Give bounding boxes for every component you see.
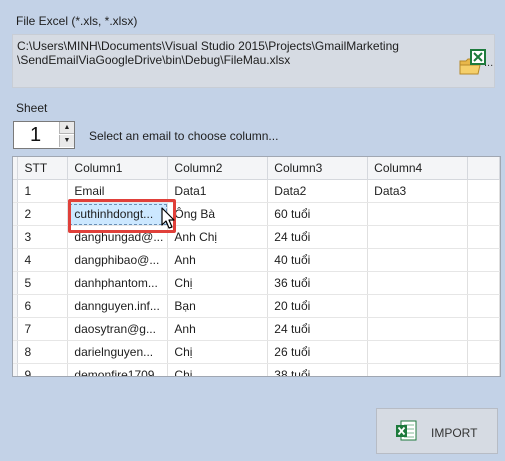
cell-column3[interactable]: 26 tuổi [267,340,369,364]
spin-up-icon[interactable]: ▲ [59,122,74,134]
cell-column3[interactable]: 24 tuổi [267,317,369,341]
cell-filler [467,271,500,295]
cell-column1[interactable]: danhphantom... [67,271,169,295]
cell-column4[interactable] [367,271,469,295]
cell-filler [467,340,500,364]
sheet-value[interactable]: 1 [30,124,41,147]
cell-filler [467,202,500,226]
cell-stt[interactable]: 3 [17,225,69,249]
column-header-column1[interactable]: Column1 [67,157,169,180]
cell-column3[interactable]: 60 tuổi [267,202,369,226]
table-row[interactable]: 8 darielnguyen... Chị 26 tuổi [13,340,500,364]
column-header-filler [467,157,500,180]
cell-stt[interactable]: 6 [17,294,69,318]
cell-stt[interactable]: 7 [17,317,69,341]
cell-column3[interactable]: 40 tuổi [267,248,369,272]
data-grid[interactable]: STT Column1 Column2 Column3 Column4 1 Em… [12,156,501,377]
cell-filler [467,179,500,203]
cell-column2[interactable]: Chị [167,271,269,295]
file-path-display[interactable]: C:\Users\MINH\Documents\Visual Studio 20… [12,34,495,88]
cell-column1[interactable]: daosytran@g... [67,317,169,341]
cell-column1[interactable]: demonfire1709... [67,363,169,376]
cell-column4[interactable] [367,202,469,226]
cell-filler [467,248,500,272]
cell-stt[interactable]: 8 [17,340,69,364]
sheet-label: Sheet [16,101,48,115]
cell-column2[interactable]: Chị [167,363,269,376]
cell-column1[interactable]: dangphibao@... [67,248,169,272]
file-path-line2: \SendEmailViaGoogleDrive\bin\Debug\FileM… [17,53,291,67]
column-header-column4[interactable]: Column4 [367,157,469,180]
cell-column2[interactable]: Ông Bà [167,202,269,226]
cell-stt[interactable]: 2 [17,202,69,226]
import-button-label: IMPORT [431,426,478,440]
table-row[interactable]: 2 cuthinhdongt... Ông Bà 60 tuổi [13,202,500,226]
cell-column1[interactable]: darielnguyen... [67,340,169,364]
cell-stt[interactable]: 4 [17,248,69,272]
cell-column1[interactable]: Email [67,179,169,203]
cell-column4[interactable] [367,225,469,249]
sheet-stepper[interactable]: 1 ▲ ▼ [13,121,75,149]
spin-down-icon[interactable]: ▼ [59,135,74,147]
cell-column2[interactable]: Anh Chị [167,225,269,249]
cell-column1[interactable]: danghungad@... [67,225,169,249]
cell-column2[interactable]: Data1 [167,179,269,203]
sheet-hint: Select an email to choose column... [89,129,279,143]
cell-column1-selected[interactable]: cuthinhdongt... [67,202,169,226]
table-row[interactable]: 1 Email Data1 Data2 Data3 [13,179,500,203]
cell-column1[interactable]: dannguyen.inf... [67,294,169,318]
cell-stt[interactable]: 9 [17,363,69,376]
table-row[interactable]: 9 demonfire1709... Chị 38 tuổi [13,363,500,376]
cell-column3[interactable]: 38 tuổi [267,363,369,376]
cell-column3[interactable]: Data2 [267,179,369,203]
excel-icon [395,420,417,442]
file-path-line1: C:\Users\MINH\Documents\Visual Studio 20… [17,39,399,53]
cell-column3[interactable]: 36 tuổi [267,271,369,295]
table-row[interactable]: 4 dangphibao@... Anh 40 tuổi [13,248,500,272]
table-row[interactable]: 5 danhphantom... Chị 36 tuổi [13,271,500,295]
cell-filler [467,317,500,341]
cell-column3[interactable]: 24 tuổi [267,225,369,249]
browse-dots[interactable]: ... [484,57,493,69]
cell-column4[interactable] [367,294,469,318]
cell-filler [467,225,500,249]
table-row[interactable]: 3 danghungad@... Anh Chị 24 tuổi [13,225,500,249]
cell-column3[interactable]: 20 tuổi [267,294,369,318]
cell-column4[interactable] [367,317,469,341]
grid-header-row: STT Column1 Column2 Column3 Column4 [13,157,500,180]
mouse-cursor-icon [161,207,177,234]
cell-column4[interactable] [367,248,469,272]
cell-column2[interactable]: Chị [167,340,269,364]
cell-stt[interactable]: 1 [17,179,69,203]
cell-filler [467,363,500,376]
cell-column2[interactable]: Bạn [167,294,269,318]
cell-column4[interactable]: Data3 [367,179,469,203]
column-header-stt[interactable]: STT [17,157,69,180]
table-row[interactable]: 6 dannguyen.inf... Bạn 20 tuổi [13,294,500,318]
column-header-column3[interactable]: Column3 [267,157,369,180]
cell-stt[interactable]: 5 [17,271,69,295]
cell-filler [467,294,500,318]
file-excel-label: File Excel (*.xls, *.xlsx) [16,14,138,28]
import-button[interactable]: IMPORT [376,408,498,454]
column-header-column2[interactable]: Column2 [167,157,269,180]
cell-column4[interactable] [367,363,469,376]
cell-column2[interactable]: Anh [167,317,269,341]
table-row[interactable]: 7 daosytran@g... Anh 24 tuổi [13,317,500,341]
cell-column2[interactable]: Anh [167,248,269,272]
cell-column4[interactable] [367,340,469,364]
